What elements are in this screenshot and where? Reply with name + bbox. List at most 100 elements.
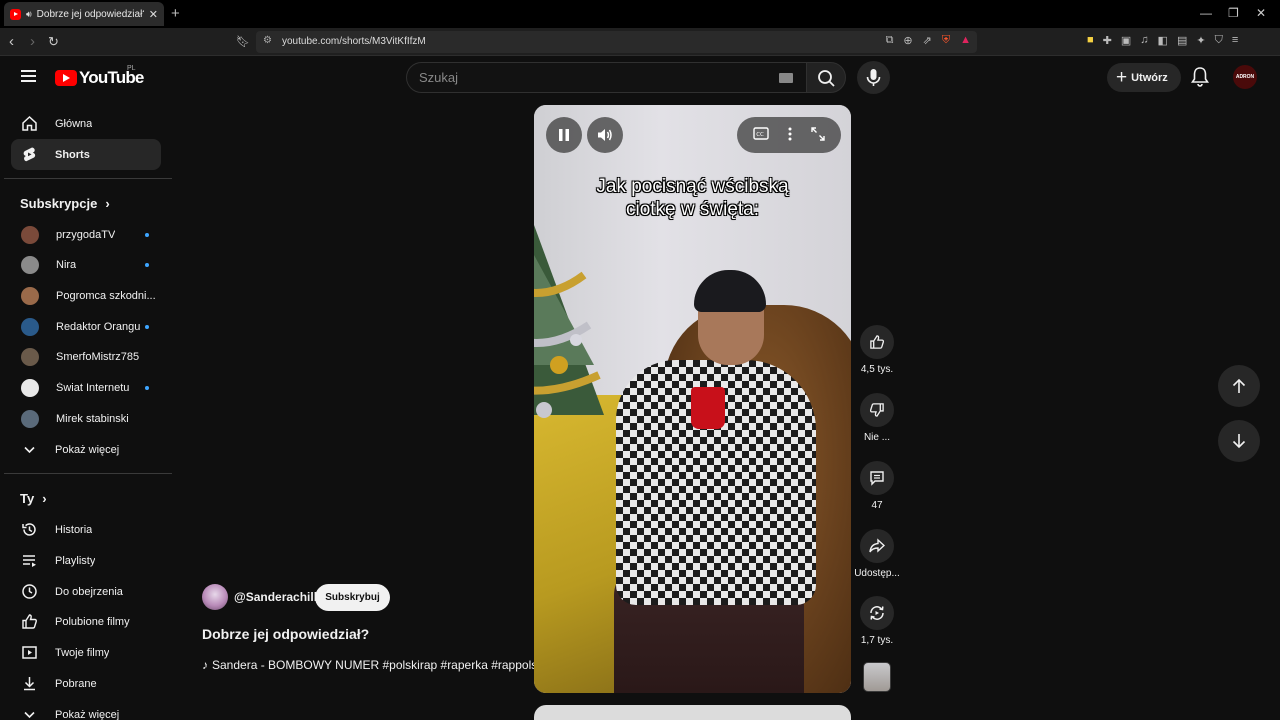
music-icon[interactable]: ♫ xyxy=(1140,34,1148,47)
shorts-icon xyxy=(21,146,38,163)
url-text: youtube.com/shorts/M3VitKfIfzM xyxy=(282,36,426,47)
show-more-button[interactable]: Pokaż więcej xyxy=(11,699,161,720)
sidebar-item-label: Historia xyxy=(55,523,93,536)
site-settings-icon[interactable]: ⚙︎ xyxy=(263,35,272,46)
new-tab-button[interactable]: + xyxy=(171,5,180,22)
sidebar-item-subscription[interactable]: Świat Internetu xyxy=(11,372,161,403)
sidebar-item-history[interactable]: Historia xyxy=(11,514,161,545)
sidebar-toggle-icon[interactable]: ◧ xyxy=(1158,34,1168,47)
more-options-icon[interactable] xyxy=(788,127,792,144)
volume-button[interactable] xyxy=(587,117,623,153)
brave-shield-icon[interactable]: ⛨ xyxy=(942,34,950,47)
forward-icon[interactable]: › xyxy=(30,33,35,50)
like-button[interactable]: 4,5 tys. xyxy=(852,325,902,375)
microphone-icon xyxy=(866,69,881,86)
share-icon xyxy=(860,529,894,563)
avatar xyxy=(21,317,39,336)
sidebar-item-label: Polubione filmy xyxy=(55,615,130,628)
sidebar-item-subscription[interactable]: SmerfoMistrz785 xyxy=(11,341,161,372)
video-caption-line: Jak pocisnąć wścibską xyxy=(596,176,789,197)
extension-icon[interactable]: ■ xyxy=(1087,34,1094,47)
subscribe-button[interactable]: Subskrybuj xyxy=(315,584,390,611)
sidebar-item-subscription[interactable]: Pogromca szkodni... xyxy=(11,280,161,311)
sidebar-item-liked[interactable]: Polubione filmy xyxy=(11,606,161,637)
sidebar-item-subscription[interactable]: Nira xyxy=(11,249,161,280)
sidebar-item-downloads[interactable]: Pobrane xyxy=(11,668,161,699)
sidebar-item-subscription[interactable]: Mirek stabinski xyxy=(11,403,161,434)
sound-thumbnail[interactable] xyxy=(863,662,891,692)
minimize-button[interactable]: — xyxy=(1200,6,1212,20)
create-button[interactable]: + Utwórz xyxy=(1107,63,1181,92)
speaker-icon[interactable]: 🔊︎ xyxy=(26,9,32,20)
sidebar-item-label: Główna xyxy=(55,117,93,130)
vpn-icon[interactable]: ⛉ xyxy=(1215,34,1223,47)
bookmark-icon[interactable]: 🔖︎ xyxy=(236,35,250,48)
sidebar-item-home[interactable]: Główna xyxy=(11,108,161,139)
channel-avatar[interactable] xyxy=(202,584,228,610)
comments-button[interactable]: 47 xyxy=(852,461,902,511)
sidebar-item-subscription[interactable]: przygodaTV xyxy=(11,219,161,250)
sidebar-item-label: Pogromca szkodni... xyxy=(56,289,156,302)
avatar xyxy=(21,378,39,397)
music-link[interactable]: ♪ Sandera - BOMBOWY NUMER #polskirap #ra… xyxy=(202,658,537,672)
zoom-icon[interactable]: ⊕ xyxy=(903,34,912,47)
fullscreen-icon[interactable] xyxy=(811,126,826,144)
your-videos-icon xyxy=(21,644,38,661)
back-icon[interactable]: ‹ xyxy=(9,33,14,50)
arrow-up-icon xyxy=(1232,378,1246,393)
channel-handle[interactable]: @Sanderachill xyxy=(234,590,317,604)
reload-icon[interactable]: ↻ xyxy=(48,34,59,50)
open-external-icon[interactable]: ⧉ xyxy=(886,34,894,47)
sidebar-item-label: SmerfoMistrz785 xyxy=(56,350,140,363)
notifications-button[interactable] xyxy=(1190,66,1210,91)
sidebar-item-playlists[interactable]: Playlisty xyxy=(11,545,161,576)
share-page-icon[interactable]: ⇗ xyxy=(923,34,932,47)
screenshot-icon[interactable]: ▣ xyxy=(1121,34,1131,47)
you-heading[interactable]: Ty › xyxy=(20,491,47,506)
extension-icons: ■ ✚ ▣ ♫ ◧ ▤ ✦ ⛉ ≡ xyxy=(1087,34,1238,47)
close-window-button[interactable]: ✕ xyxy=(1256,6,1266,20)
puzzle-icon[interactable]: ✚ xyxy=(1103,34,1112,47)
voice-search-button[interactable] xyxy=(857,61,890,94)
sidebar-item-subscription[interactable]: Redaktor Orangu... xyxy=(11,311,161,342)
previous-short-button[interactable] xyxy=(1218,365,1260,407)
next-short-button[interactable] xyxy=(1218,420,1260,462)
rewards-icon[interactable]: ▲ xyxy=(960,34,971,47)
short-video-player[interactable]: Jak pocisnąć wścibską ciotkę w święta: C… xyxy=(534,105,851,693)
new-content-dot xyxy=(145,324,149,329)
chevron-right-icon: › xyxy=(105,196,110,211)
video-caption: Jak pocisnąć wścibską ciotkę w święta: xyxy=(534,175,851,221)
remix-button[interactable]: 1,7 tys. xyxy=(852,596,902,646)
search-input[interactable] xyxy=(419,70,759,85)
video-caption-line: ciotkę w święta: xyxy=(625,199,760,220)
account-avatar[interactable]: ADRON xyxy=(1233,65,1257,89)
ai-icon[interactable]: ✦ xyxy=(1196,34,1205,47)
browser-tab[interactable]: 🔊︎ Dobrze jej odpowiedział? - Yo ✕ xyxy=(4,2,164,26)
sidebar-item-your-videos[interactable]: Twoje filmy xyxy=(11,637,161,668)
music-text: Sandera - BOMBOWY NUMER #polskirap #rape… xyxy=(212,658,538,672)
subscriptions-heading[interactable]: Subskrypcje › xyxy=(20,196,110,211)
share-label: Udostęp... xyxy=(854,568,900,579)
dislike-button[interactable]: Nie ... xyxy=(852,393,902,443)
address-bar[interactable]: ⚙︎ youtube.com/shorts/M3VitKfIfzM ⧉ ⊕ ⇗ … xyxy=(256,31,977,53)
video-controls-pill: CC xyxy=(737,117,841,153)
pause-button[interactable] xyxy=(546,117,582,153)
maximize-button[interactable]: ❐ xyxy=(1228,6,1239,20)
youtube-favicon-icon xyxy=(10,8,21,20)
sidebar-item-shorts[interactable]: Shorts xyxy=(11,139,161,170)
history-icon xyxy=(21,521,38,538)
menu-icon[interactable] xyxy=(21,70,36,82)
menu-icon[interactable]: ≡ xyxy=(1232,34,1238,47)
next-short-preview[interactable] xyxy=(534,705,851,720)
captions-icon[interactable]: CC xyxy=(752,127,769,143)
share-button[interactable]: Udostęp... xyxy=(852,529,902,579)
avatar xyxy=(21,255,39,274)
search-button[interactable] xyxy=(806,62,846,93)
wallet-icon[interactable]: ▤ xyxy=(1177,34,1187,47)
show-more-button[interactable]: Pokaż więcej xyxy=(11,434,161,465)
keyboard-icon[interactable] xyxy=(779,73,793,83)
sidebar-item-label: Do obejrzenia xyxy=(55,585,123,598)
tab-close-icon[interactable]: ✕ xyxy=(149,8,158,21)
sidebar-item-watch-later[interactable]: Do obejrzenia xyxy=(11,576,161,607)
sidebar-item-label: Świat Internetu xyxy=(56,381,130,394)
